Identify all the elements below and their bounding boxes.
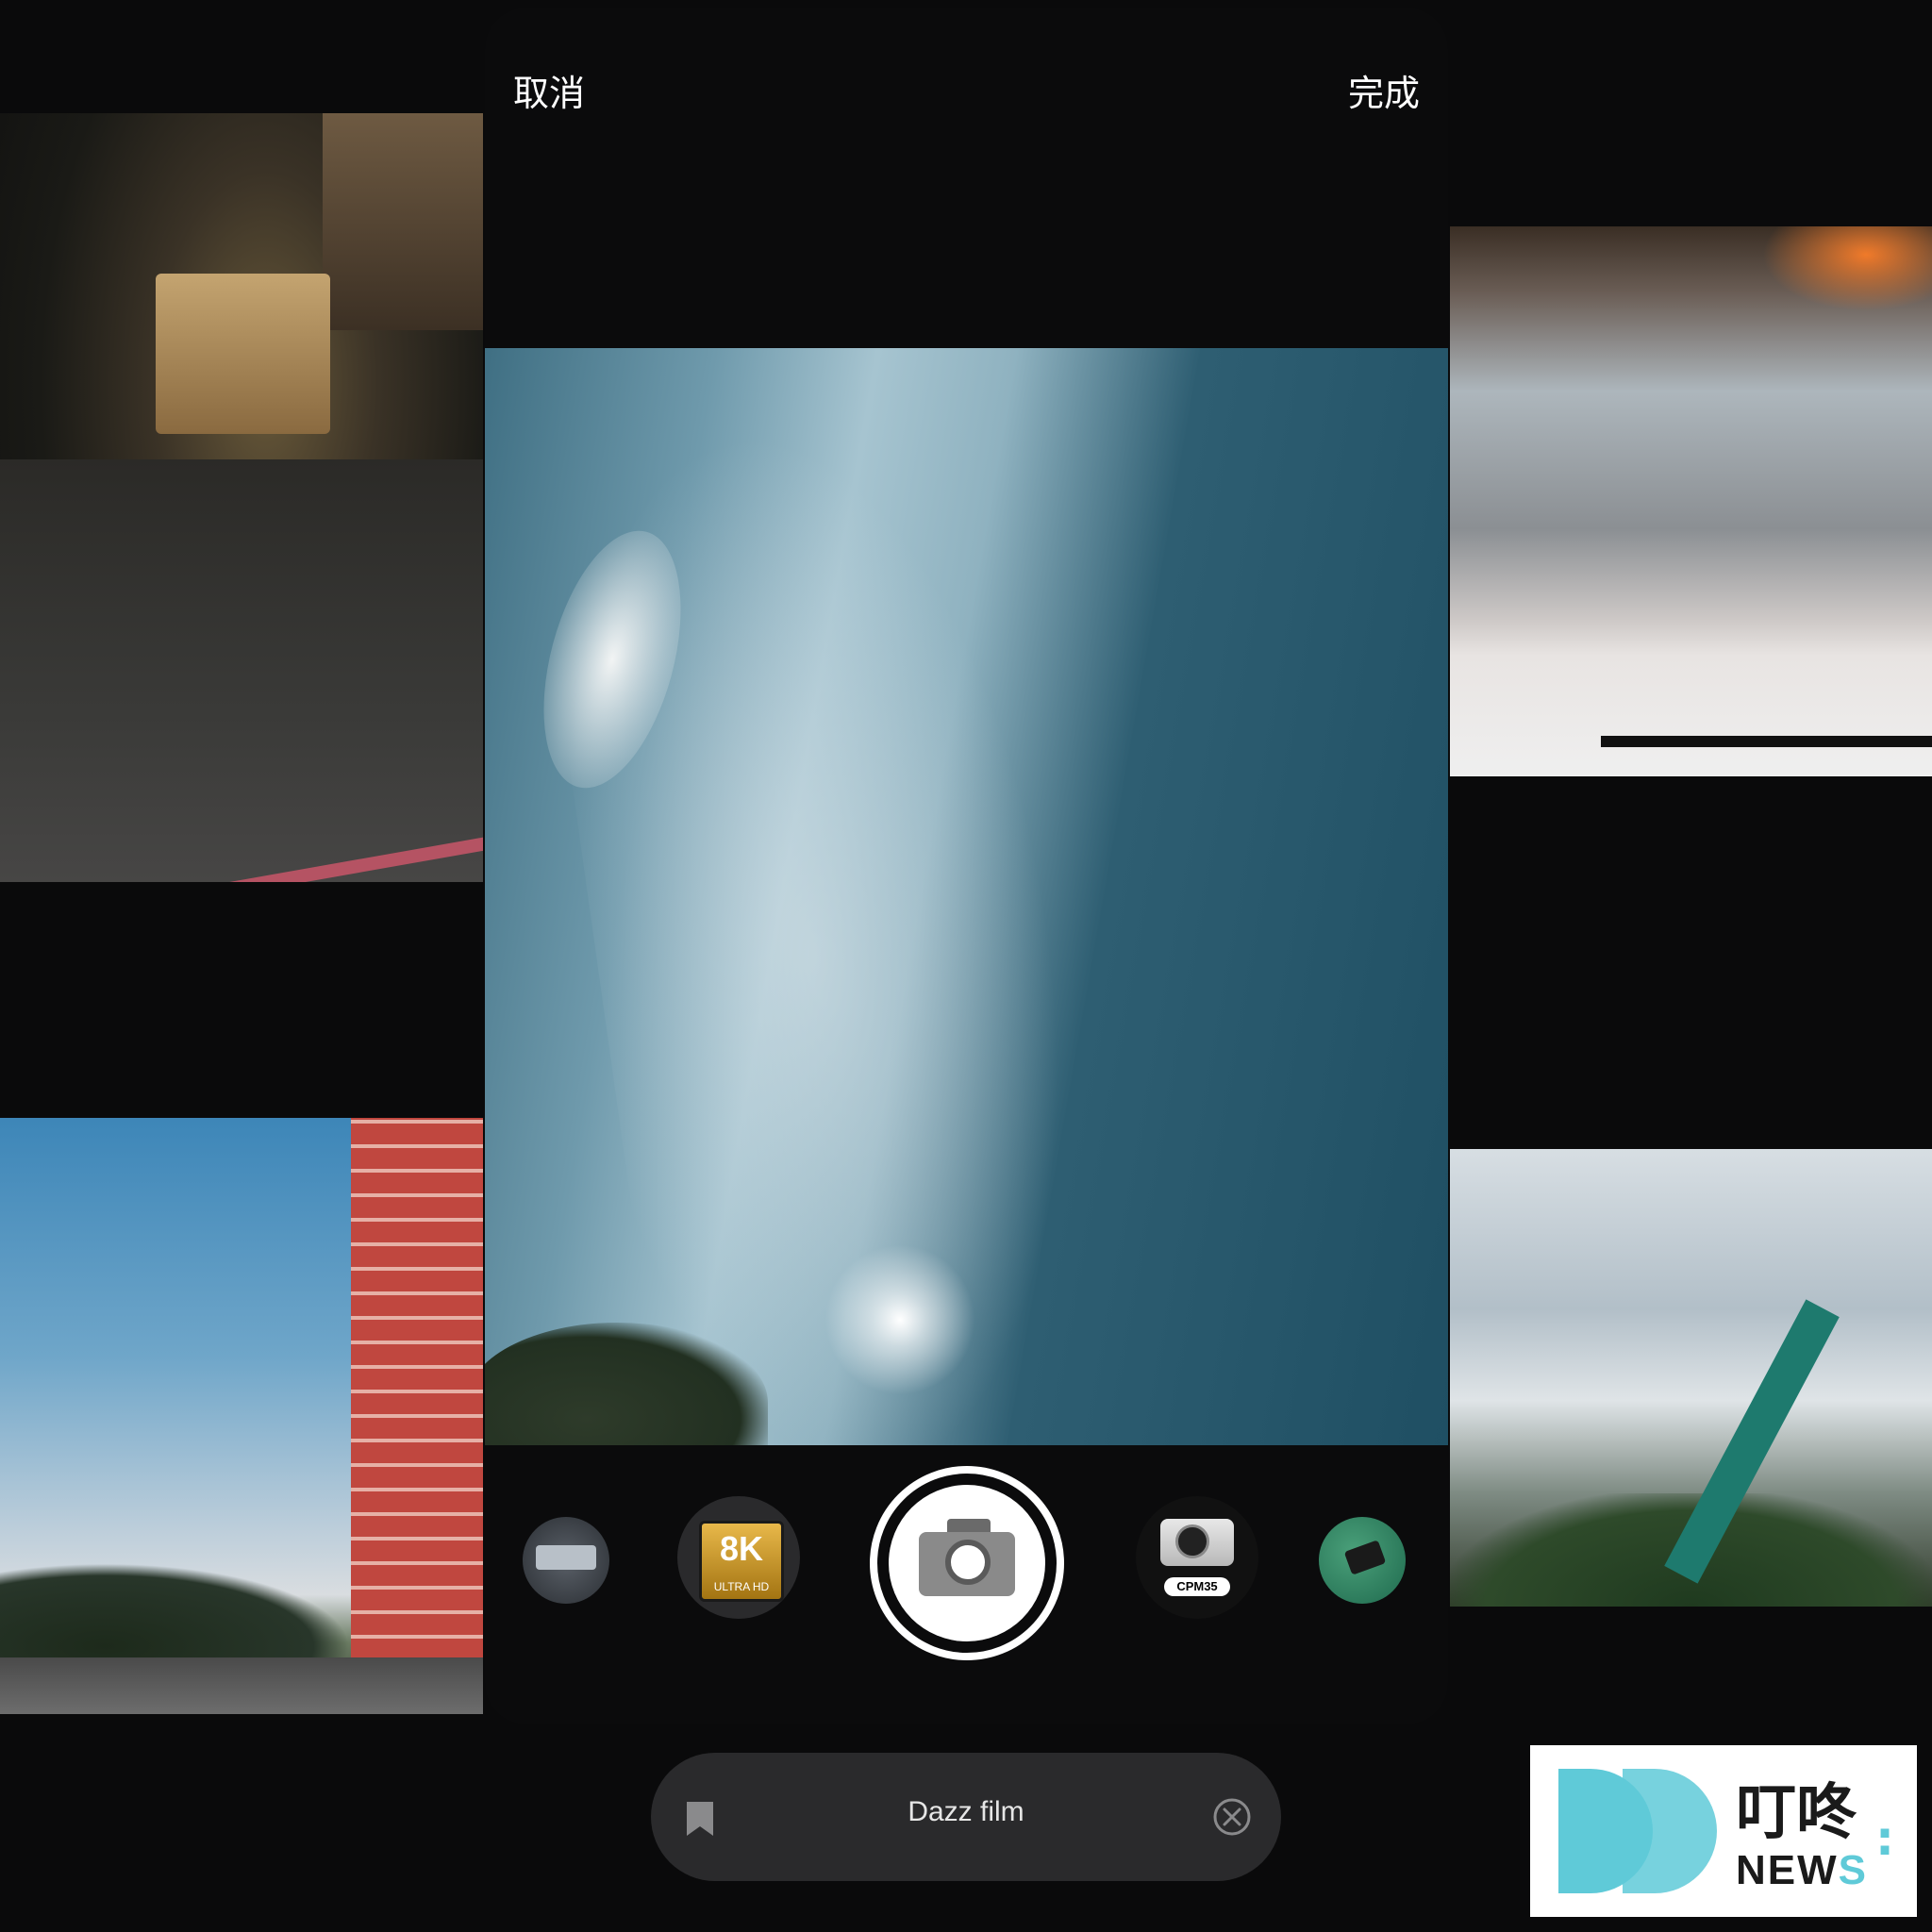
viewfinder-preview[interactable] <box>485 348 1448 1445</box>
logo-d-shape-2 <box>1623 1769 1717 1893</box>
logo-brand-en: NEWS <box>1736 1847 1868 1894</box>
photo-shop-front <box>1450 226 1932 776</box>
logo-brand-en-tail: S <box>1838 1847 1869 1893</box>
close-circle-icon[interactable] <box>1211 1796 1253 1838</box>
photo-blue-sky-street <box>0 1118 483 1714</box>
photo-garbage-truck <box>156 274 330 434</box>
photo-road <box>0 458 483 882</box>
top-bar: 取消 完成 <box>485 45 1448 130</box>
logo-brand-en-main: NEW <box>1736 1847 1839 1893</box>
preview-sun <box>824 1244 975 1395</box>
logo-brand-cn: 叮咚 <box>1736 1778 1857 1848</box>
cancel-button[interactable]: 取消 <box>513 64 585 116</box>
photo-red-tower <box>351 1118 483 1684</box>
photo-building <box>323 113 483 330</box>
cpm35-label: CPM35 <box>1164 1577 1230 1596</box>
photo-excavator <box>1450 1149 1932 1607</box>
logo-colon: : <box>1875 1811 1894 1866</box>
compact-camera-lens <box>1175 1524 1209 1558</box>
ultra-hd-label: ULTRA HD <box>713 1580 770 1593</box>
ultra-hd-8k-camera-icon[interactable]: 8K ULTRA HD <box>677 1496 800 1619</box>
photo-street <box>0 1657 483 1714</box>
handheld-device <box>1343 1540 1387 1575</box>
camera-app-screen: 取消 完成 8K ULTRA HD CPM35 <box>485 8 1448 1724</box>
photo-night-street <box>0 113 483 882</box>
photo-rail <box>1601 736 1932 747</box>
camera-lens <box>945 1540 991 1585</box>
filter-name: Dazz film <box>908 1796 1024 1827</box>
photo-trees <box>0 1563 351 1667</box>
camera-window-bar <box>536 1545 596 1570</box>
cpm35-camera-icon[interactable]: CPM35 <box>1136 1496 1258 1619</box>
8k-label: 8K <box>719 1529 764 1568</box>
handheld-device-camera-icon[interactable] <box>1319 1517 1406 1604</box>
dingdong-news-logo: 叮咚 : NEWS <box>1530 1745 1917 1917</box>
done-button[interactable]: 完成 <box>1348 64 1420 116</box>
camera-selector: 8K ULTRA HD CPM35 <box>485 1460 1448 1668</box>
8k-badge: 8K ULTRA HD <box>699 1521 784 1602</box>
photo-light-leak <box>1762 226 1932 311</box>
shutter-button[interactable] <box>870 1466 1064 1660</box>
filter-bar: Dazz film <box>651 1753 1281 1881</box>
retro-window-camera-icon[interactable] <box>523 1517 609 1604</box>
